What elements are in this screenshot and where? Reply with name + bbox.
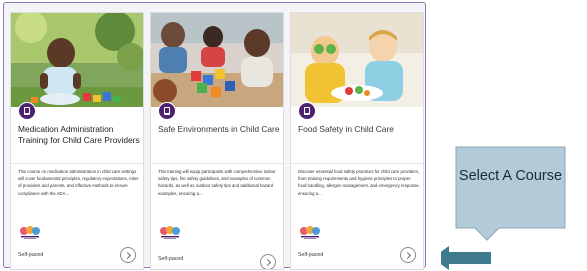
open-course-button[interactable] [400, 247, 416, 263]
chevron-right-icon [123, 251, 131, 259]
divider [151, 163, 283, 164]
callout-text: Select A Course [458, 168, 563, 184]
course-title[interactable]: Safe Environments in Child Care [158, 124, 280, 135]
open-course-button[interactable] [260, 254, 276, 269]
chevron-right-icon [263, 258, 271, 266]
screenshot: Medication Administration Training for C… [0, 0, 587, 271]
callout-box [455, 146, 566, 241]
course-catalog: Medication Administration Training for C… [3, 2, 426, 270]
course-thumbnail-medication [11, 13, 143, 107]
course-description: This course on medication administration… [18, 169, 139, 196]
course-card-medication[interactable]: Medication Administration Training for C… [10, 12, 144, 270]
book-icon [18, 102, 36, 120]
course-card-food-safety[interactable]: Food Safety in Child Care Discover essen… [290, 12, 424, 270]
course-description: Discover essential food safety practices… [298, 169, 420, 196]
open-course-button[interactable] [120, 247, 136, 263]
course-card-safe-environments[interactable]: Safe Environments in Child Care This tra… [150, 12, 284, 270]
chevron-right-icon [403, 251, 411, 259]
course-title[interactable]: Medication Administration Training for C… [18, 124, 140, 145]
book-icon [158, 102, 176, 120]
provider-logo [299, 226, 321, 240]
pace-label: Self-paced [158, 256, 184, 262]
divider [291, 163, 423, 164]
provider-logo [159, 226, 181, 240]
divider [11, 163, 143, 164]
course-title[interactable]: Food Safety in Child Care [298, 124, 420, 135]
pace-label: Self-paced [298, 252, 324, 258]
arrow-left-icon [441, 246, 491, 270]
course-thumbnail-safe-environments [151, 13, 283, 107]
book-icon [298, 102, 316, 120]
pace-label: Self-paced [18, 252, 44, 258]
course-description: This training will equip participants wi… [158, 169, 276, 196]
select-course-callout [441, 146, 566, 270]
course-thumbnail-food-safety [291, 13, 423, 107]
provider-logo [19, 226, 41, 240]
